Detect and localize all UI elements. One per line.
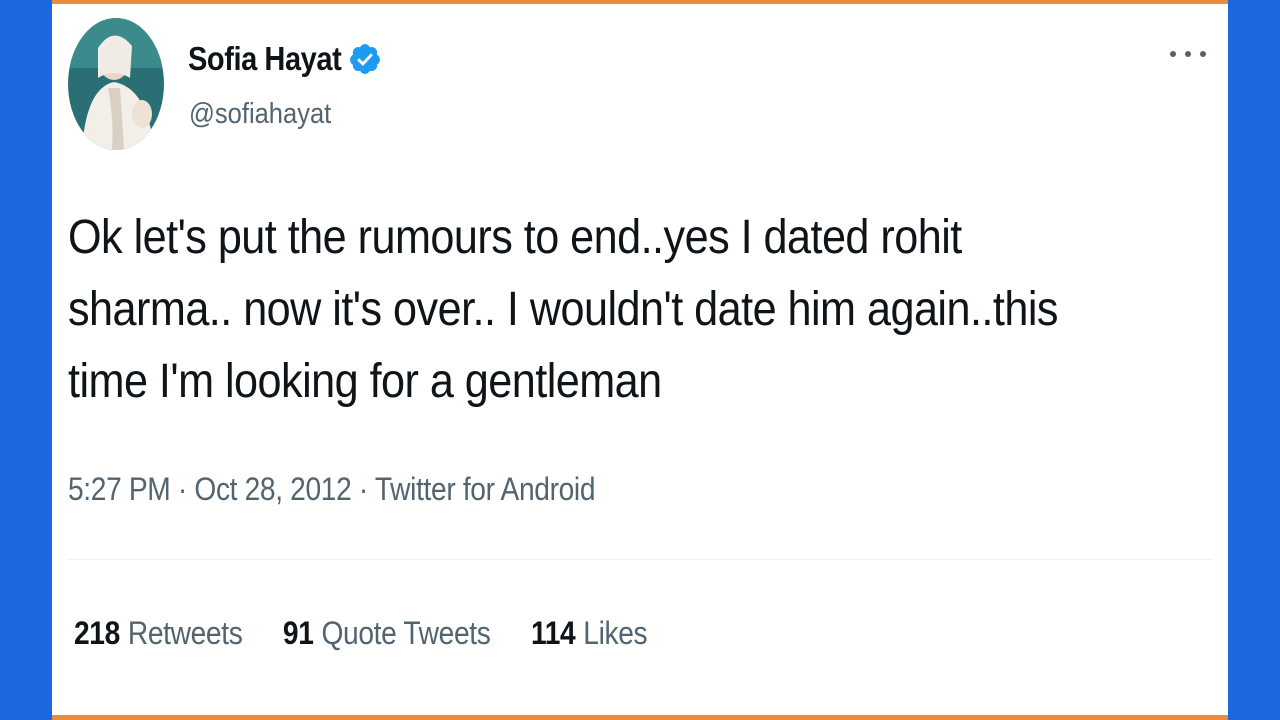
author-name-row: Sofia Hayat [188, 40, 382, 78]
author-display-name[interactable]: Sofia Hayat [188, 40, 342, 78]
quote-tweets-label: Quote Tweets [321, 615, 491, 651]
divider [68, 559, 1212, 560]
author-handle[interactable]: @sofiahayat [189, 98, 331, 131]
avatar[interactable] [68, 18, 164, 150]
tweet-date[interactable]: Oct 28, 2012 [194, 471, 351, 507]
meta-separator: · [358, 471, 375, 507]
tweet-meta: 5:27 PM · Oct 28, 2012 · Twitter for And… [68, 471, 595, 508]
likes-label: Likes [583, 615, 648, 651]
more-dot [1200, 51, 1206, 57]
avatar-photo [68, 18, 164, 150]
tweet-stats: 218 Retweets 91 Quote Tweets 114 Likes [74, 615, 688, 652]
quote-tweets-stat[interactable]: 91 Quote Tweets [283, 615, 491, 652]
likes-stat[interactable]: 114 Likes [530, 615, 648, 652]
verified-badge-icon [348, 42, 382, 76]
retweets-label: Retweets [127, 615, 243, 651]
retweets-stat[interactable]: 218 Retweets [74, 615, 243, 652]
tweet-time[interactable]: 5:27 PM [68, 471, 171, 507]
likes-count: 114 [530, 615, 576, 651]
more-horizontal-icon[interactable] [1170, 44, 1206, 64]
tweet-text: Ok let's put the rumours to end..yes I d… [68, 211, 1059, 408]
quote-tweets-count: 91 [282, 615, 314, 651]
retweets-count: 218 [74, 615, 120, 651]
meta-separator: · [177, 471, 195, 507]
more-dot [1185, 51, 1191, 57]
more-dot [1170, 51, 1176, 57]
tweet-card: Sofia Hayat @sofiahayat Ok let's put the… [52, 0, 1228, 720]
tweet-source[interactable]: Twitter for Android [375, 471, 596, 507]
